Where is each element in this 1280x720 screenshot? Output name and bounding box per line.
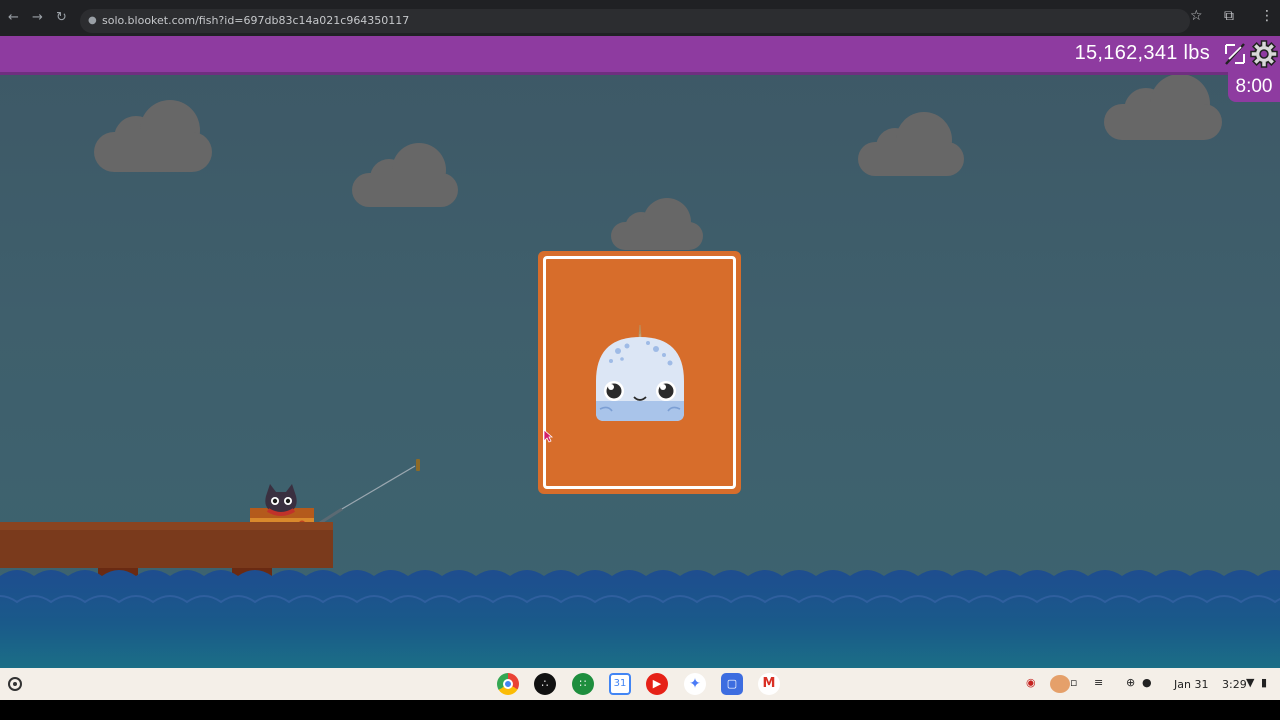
date-display[interactable]: Jan 31 xyxy=(1174,678,1208,691)
notification-icon[interactable]: ● xyxy=(1142,676,1152,689)
narwhal-blook xyxy=(596,324,684,421)
screen-border xyxy=(0,700,1280,720)
playlist-icon[interactable]: ≡ xyxy=(1094,676,1103,689)
cloud xyxy=(352,143,458,207)
forward-arrow-icon[interactable]: → xyxy=(32,10,43,25)
time-display[interactable]: 3:29 xyxy=(1222,678,1247,691)
kebab-menu-icon[interactable]: ⋮ xyxy=(1260,8,1274,24)
docs-icon[interactable]: ▢ xyxy=(721,673,743,695)
mouse-cursor xyxy=(543,429,553,443)
reload-icon[interactable]: ↻ xyxy=(56,10,67,25)
gemini-icon[interactable]: ✦ xyxy=(684,673,706,695)
game-canvas: 15,162,341 lbs 8:00 xyxy=(0,36,1280,668)
google-classroom-icon[interactable]: ∷ xyxy=(572,673,594,695)
gear-icon[interactable] xyxy=(1250,40,1278,68)
total-weight: 15,162,341 lbs xyxy=(1074,42,1210,64)
google-calendar-icon[interactable]: 31 xyxy=(609,673,631,695)
battery-icon[interactable]: ▮ xyxy=(1261,676,1267,689)
ocean-water xyxy=(0,570,1280,668)
cloud xyxy=(611,198,703,250)
url-text: solo.blooket.com/fish?id=697db83c14a021c… xyxy=(102,14,410,27)
back-arrow-icon[interactable]: ← xyxy=(8,10,19,25)
game-top-bar: 15,162,341 lbs xyxy=(0,36,1280,75)
audible-icon[interactable]: ∴ xyxy=(534,673,556,695)
launcher-icon[interactable] xyxy=(8,677,22,691)
youtube-icon[interactable]: ▶ xyxy=(646,673,668,695)
os-shelf: ∴ ∷ 31 ▶ ✦ ▢ M ◉ ▫ ≡ ⊕ ● Jan 31 3:29 ▼ ▮ xyxy=(0,668,1280,700)
chrome-icon[interactable] xyxy=(497,673,519,695)
window-icon[interactable]: ▫ xyxy=(1070,676,1077,689)
address-bar[interactable]: ● solo.blooket.com/fish?id=697db83c14a02… xyxy=(80,9,1190,33)
browser-toolbar: ← → ↻ ● solo.blooket.com/fish?id=697db83… xyxy=(0,0,1280,36)
star-icon[interactable]: ☆ xyxy=(1190,8,1203,24)
fullscreen-icon[interactable] xyxy=(1223,41,1247,67)
puzzle-icon[interactable]: ⧉ xyxy=(1224,8,1234,24)
catch-card[interactable] xyxy=(538,251,741,494)
cloud xyxy=(94,100,212,172)
screen-record-icon[interactable]: ◉ xyxy=(1026,676,1036,689)
gmail-icon[interactable]: M xyxy=(758,673,780,695)
wooden-dock xyxy=(0,522,333,568)
add-circle-icon[interactable]: ⊕ xyxy=(1126,676,1135,689)
game-timer: 8:00 xyxy=(1228,72,1280,102)
wifi-icon[interactable]: ▼ xyxy=(1246,676,1254,689)
cloud xyxy=(1104,74,1222,140)
cloud xyxy=(858,112,964,176)
user-avatar[interactable] xyxy=(1050,675,1070,693)
site-info-icon[interactable]: ● xyxy=(88,9,97,33)
